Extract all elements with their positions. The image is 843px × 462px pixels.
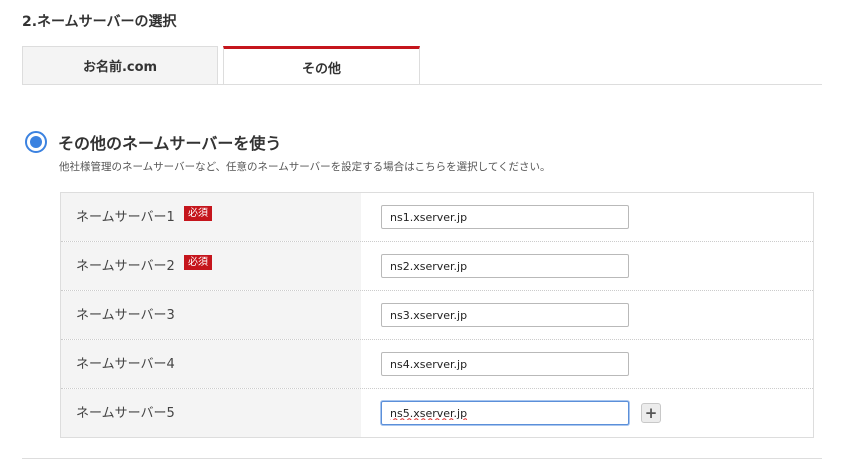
nameserver-1-input[interactable] — [381, 205, 629, 229]
tab-other[interactable]: その他 — [223, 46, 420, 85]
nameserver-label-cell: ネームサーバー5 — [61, 389, 361, 437]
nameserver-label-cell: ネームサーバー1 必須 — [61, 193, 361, 241]
section-title: 2.ネームサーバーの選択 — [22, 14, 177, 30]
nameserver-row: ネームサーバー3 — [61, 291, 813, 340]
nameserver-label: ネームサーバー1 — [76, 210, 175, 225]
tab-onamae[interactable]: お名前.com — [22, 46, 218, 84]
nameserver-tabs: お名前.com その他 — [22, 46, 822, 85]
nameserver-row: ネームサーバー5 + — [61, 389, 813, 437]
nameserver-label: ネームサーバー5 — [76, 406, 175, 421]
nameserver-label: ネームサーバー2 — [76, 259, 175, 274]
radio-selected-icon — [30, 136, 42, 148]
required-badge: 必須 — [184, 255, 212, 270]
nameserver-row: ネームサーバー2 必須 — [61, 242, 813, 291]
tab-label: お名前.com — [82, 60, 158, 75]
option-label[interactable]: その他のネームサーバーを使う — [58, 130, 281, 154]
nameserver-label: ネームサーバー4 — [76, 357, 175, 372]
radio-button[interactable] — [25, 131, 47, 153]
option-other-nameservers[interactable]: その他のネームサーバーを使う — [25, 130, 281, 154]
option-description: 他社様管理のネームサーバーなど、任意のネームサーバーを設定する場合はこちらを選択… — [59, 161, 551, 173]
tab-divider — [22, 84, 822, 85]
section-divider — [22, 458, 822, 459]
nameserver-4-input[interactable] — [381, 352, 629, 376]
nameserver-5-input[interactable] — [381, 401, 629, 425]
required-badge: 必須 — [184, 206, 212, 221]
nameserver-label-cell: ネームサーバー3 — [61, 291, 361, 339]
plus-icon: + — [644, 403, 658, 422]
tab-label: その他 — [301, 61, 341, 77]
nameserver-label-cell: ネームサーバー2 必須 — [61, 242, 361, 290]
nameserver-row: ネームサーバー4 — [61, 340, 813, 389]
add-nameserver-button[interactable]: + — [641, 403, 661, 423]
nameserver-table: ネームサーバー1 必須 ネームサーバー2 必須 ネームサーバー3 ネームサーバー… — [60, 192, 814, 438]
nameserver-3-input[interactable] — [381, 303, 629, 327]
nameserver-2-input[interactable] — [381, 254, 629, 278]
nameserver-label-cell: ネームサーバー4 — [61, 340, 361, 388]
nameserver-label: ネームサーバー3 — [76, 308, 175, 323]
nameserver-row: ネームサーバー1 必須 — [61, 193, 813, 242]
